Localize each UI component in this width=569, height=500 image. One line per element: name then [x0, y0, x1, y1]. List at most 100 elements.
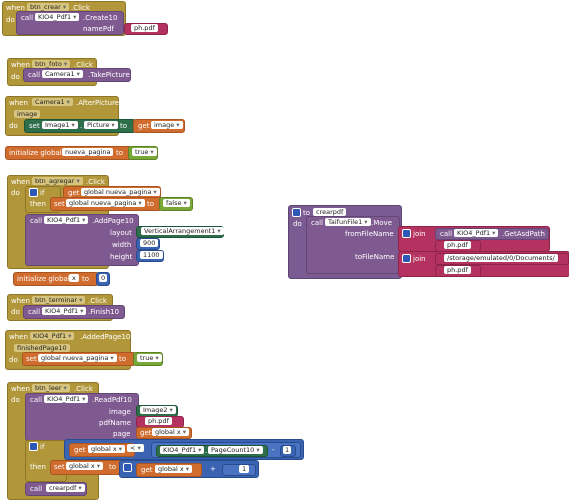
- component-name: VerticalArrangement1: [144, 227, 216, 235]
- boolean-dropdown[interactable]: true ▾: [132, 148, 157, 156]
- set-global-x-block[interactable]: set global x ▾ to: [50, 460, 124, 475]
- number-value[interactable]: 1: [283, 446, 292, 454]
- false-block[interactable]: false ▾: [159, 197, 193, 211]
- number-value[interactable]: 0: [99, 274, 108, 282]
- component-verticalarrangement-block[interactable]: VerticalArrangement1 ▾: [136, 226, 224, 238]
- call-getasdpath-block[interactable]: call KIO4_Pdf1 ▾ .GetAsdPath: [435, 228, 549, 240]
- component-dropdown[interactable]: KIO4_Pdf1 ▾: [44, 395, 89, 403]
- number-value[interactable]: 900: [140, 239, 159, 247]
- call-finish10-block[interactable]: call KIO4_Pdf1 ▾ .Finish10: [23, 305, 125, 319]
- text-value[interactable]: ph.pdf: [131, 24, 158, 32]
- do-label: do: [9, 122, 18, 130]
- join-block-2[interactable]: join /storage/emulated/0/Documents/ ph.p…: [398, 251, 569, 277]
- number-1-block[interactable]: 1: [222, 464, 256, 476]
- component-dropdown[interactable]: KIO4_Pdf1 ▾: [44, 216, 89, 224]
- component-dropdown[interactable]: VerticalArrangement1 ▾: [141, 227, 224, 235]
- text-block[interactable]: /storage/emulated/0/Documents/: [435, 253, 569, 265]
- text-value[interactable]: ph.pdf: [444, 266, 471, 274]
- number-1100-block[interactable]: 1100: [136, 250, 164, 262]
- number-value[interactable]: 1: [239, 465, 250, 473]
- global-name-field[interactable]: x: [69, 274, 79, 282]
- component-dropdown[interactable]: btn_agregar ▾: [32, 177, 83, 185]
- true-block[interactable]: true ▾: [133, 352, 163, 366]
- then-label: then: [30, 200, 46, 208]
- get-image-block[interactable]: get image ▾: [133, 119, 185, 133]
- var-dropdown[interactable]: image ▾: [151, 121, 183, 129]
- mutator-gear-icon[interactable]: [29, 442, 38, 451]
- component-dropdown[interactable]: KIO4_Pdf1 ▾: [42, 307, 87, 315]
- component-dropdown[interactable]: btn_foto ▾: [32, 60, 71, 68]
- component-dropdown[interactable]: KIO4_Pdf1 ▾: [30, 332, 75, 340]
- var-dropdown[interactable]: global nueva_pagina ▾: [38, 354, 117, 362]
- call-crearpdf-block[interactable]: call crearpdf ▾: [25, 482, 87, 496]
- get-global-x-block[interactable]: get global x ▾: [69, 443, 135, 457]
- do-label: do: [11, 189, 20, 197]
- boolean-dropdown[interactable]: false ▾: [163, 199, 190, 207]
- call-label: call: [440, 230, 453, 238]
- global-name-field[interactable]: nueva_pagina: [62, 148, 114, 156]
- if-label: if: [40, 443, 45, 451]
- var-dropdown[interactable]: global x ▾: [88, 445, 126, 453]
- component-dropdown[interactable]: Camera1 ▾: [42, 70, 83, 78]
- mutator-gear-icon[interactable]: [402, 254, 411, 263]
- mutator-gear-icon[interactable]: [402, 229, 411, 238]
- join-block-1[interactable]: join call KIO4_Pdf1 ▾ .GetAsdPath ph.pdf: [398, 226, 550, 252]
- procedure-dropdown[interactable]: crearpdf ▾: [46, 484, 85, 492]
- component-dropdown[interactable]: KIO4_Pdf1 ▾: [454, 229, 499, 237]
- get-global-x-block[interactable]: get global x ▾: [136, 463, 202, 477]
- compare-block[interactable]: get global x ▾ < ▾ KIO4_Pdf1 ▾ . PageCount1…: [64, 439, 304, 460]
- call-readpdf10-block[interactable]: call KIO4_Pdf1 ▾ .ReadPdf10 image pdfName…: [25, 393, 139, 441]
- global-x-block[interactable]: initialize global x to: [13, 272, 99, 286]
- component-dropdown[interactable]: TaifunFile1 ▾: [325, 218, 371, 226]
- boolean-dropdown[interactable]: true ▾: [137, 354, 162, 362]
- plus-label: +: [210, 465, 216, 473]
- component-dropdown[interactable]: btn_terminar ▾: [32, 296, 86, 304]
- set-nueva-pagina-true-block[interactable]: set global nueva_pagina ▾ to: [22, 352, 136, 366]
- var-dropdown[interactable]: global nueva_pagina ▾: [81, 188, 160, 196]
- component-dropdown[interactable]: KIO4_Pdf1 ▾: [160, 446, 205, 454]
- call-takepicture-block[interactable]: call Camera1 ▾ .TakePicture: [23, 68, 131, 82]
- param-image[interactable]: image: [14, 110, 41, 118]
- operator-dropdown[interactable]: < ▾: [127, 444, 144, 452]
- true-block[interactable]: true ▾: [128, 146, 158, 160]
- text-value[interactable]: ph.pdf: [444, 241, 471, 249]
- global-nueva-pagina-block[interactable]: initialize global nueva_pagina to: [5, 146, 133, 160]
- add-block[interactable]: get global x ▾ + 1: [119, 460, 259, 478]
- var-dropdown[interactable]: global x ▾: [155, 465, 193, 473]
- text-block[interactable]: ph.pdf: [435, 265, 481, 277]
- component-dropdown[interactable]: KIO4_Pdf1 ▾: [35, 13, 80, 21]
- component-dropdown[interactable]: Image1 ▾: [42, 121, 78, 129]
- mutator-gear-icon[interactable]: [292, 208, 301, 217]
- property-dropdown[interactable]: PageCount10 ▾: [208, 446, 263, 454]
- call-label: call: [30, 217, 43, 225]
- mutator-gear-icon[interactable]: [123, 463, 132, 472]
- text-block[interactable]: ph.pdf: [124, 23, 168, 35]
- var-dropdown[interactable]: global nueva_pagina ▾: [66, 199, 145, 207]
- pagecount-block[interactable]: KIO4_Pdf1 ▾ . PageCount10 ▾: [156, 445, 268, 457]
- get-global-x-block[interactable]: get global x ▾: [136, 427, 192, 439]
- mutator-gear-icon[interactable]: [29, 188, 38, 197]
- text-value[interactable]: /storage/emulated/0/Documents/: [444, 254, 558, 262]
- set-picture-block[interactable]: set Image1 ▾ . Picture ▾ to: [24, 119, 136, 133]
- number-1-block[interactable]: 1: [280, 445, 296, 457]
- property-dropdown[interactable]: Picture ▾: [84, 121, 118, 129]
- text-value[interactable]: ph.pdf: [145, 417, 172, 425]
- component-dropdown[interactable]: btn_crear ▾: [27, 3, 70, 11]
- call-addpage10-block[interactable]: call KIO4_Pdf1 ▾ .AddPage10 layout width …: [25, 214, 139, 266]
- property-name: Picture: [87, 121, 110, 129]
- procedure-name-field[interactable]: crearpdf: [313, 208, 347, 216]
- set-nueva-pagina-block[interactable]: set global nueva_pagina ▾ to: [50, 197, 162, 211]
- var-dropdown[interactable]: global x ▾: [152, 428, 190, 436]
- number-value[interactable]: 1100: [140, 251, 163, 259]
- component-dropdown[interactable]: btn_leer ▾: [32, 384, 70, 392]
- component-dropdown[interactable]: Camera1 ▾: [32, 98, 73, 106]
- number-900-block[interactable]: 900: [136, 238, 160, 250]
- number-0-block[interactable]: 0: [96, 272, 110, 286]
- call-taifun-move-block[interactable]: call TaifunFile1 ▾ .Move fromFileName toF…: [306, 216, 400, 274]
- subtract-block[interactable]: KIO4_Pdf1 ▾ . PageCount10 ▾ - 1: [151, 442, 301, 458]
- component-dropdown[interactable]: Image2 ▾: [140, 406, 176, 414]
- param-finishedpage10[interactable]: finishedPage10: [14, 344, 70, 352]
- do-label: do: [11, 73, 20, 81]
- call-create10-block[interactable]: call KIO4_Pdf1 ▾ .Create10 namePdf: [16, 11, 124, 35]
- var-dropdown[interactable]: global x ▾: [66, 462, 104, 470]
